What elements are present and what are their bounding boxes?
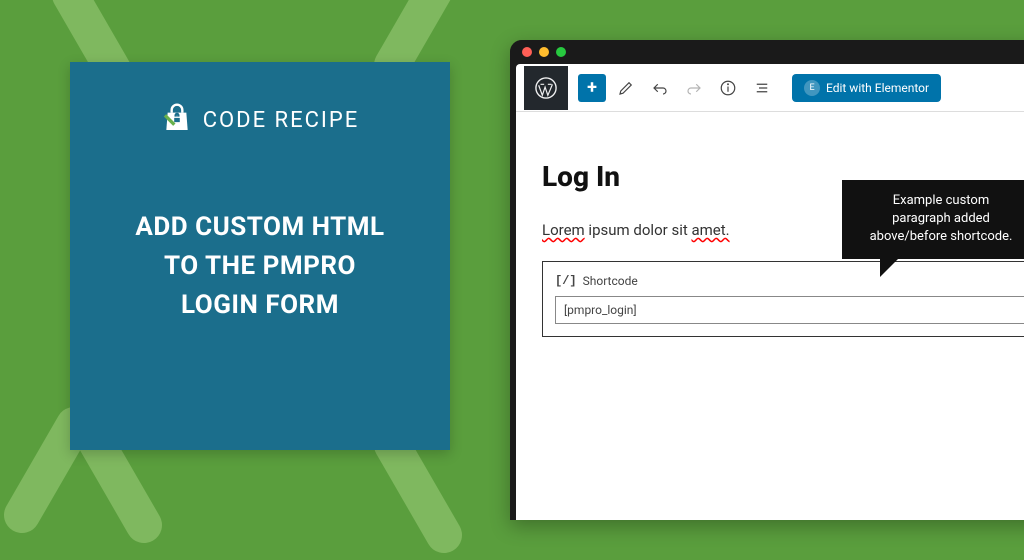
add-block-button[interactable]: + (578, 74, 606, 102)
maximize-dot-icon[interactable] (556, 47, 566, 57)
redo-button[interactable] (680, 74, 708, 102)
edit-with-elementor-button[interactable]: E Edit with Elementor (792, 74, 941, 102)
elementor-button-label: Edit with Elementor (826, 81, 929, 95)
headline-line: LOGIN FORM (100, 286, 420, 325)
info-button[interactable] (714, 74, 742, 102)
headline-line: TO THE PMPRO (100, 247, 420, 286)
wp-toolbar: + E Edit with Elementor (516, 64, 1024, 112)
brand-label: CODE RECIPE (203, 108, 360, 133)
plus-icon: + (587, 77, 597, 98)
paragraph-word: amet. (691, 221, 729, 239)
headline-line: ADD CUSTOM HTML (100, 208, 420, 247)
edit-mode-button[interactable] (612, 74, 640, 102)
titlebar (510, 40, 1024, 64)
shortcode-block[interactable]: [/] Shortcode (542, 261, 1024, 337)
viewport: + E Edit with Elementor Log In (516, 64, 1024, 520)
elementor-badge-icon: E (804, 80, 820, 96)
minimize-dot-icon[interactable] (539, 47, 549, 57)
paragraph-word: ipsum (588, 221, 629, 239)
browser-window: + E Edit with Elementor Log In (510, 40, 1024, 520)
outline-button[interactable] (748, 74, 776, 102)
tooltip-line: paragraph added (854, 210, 1024, 228)
headline: ADD CUSTOM HTML TO THE PMPRO LOGIN FORM (100, 208, 420, 325)
undo-button[interactable] (646, 74, 674, 102)
shortcode-icon: [/] (555, 274, 577, 288)
tooltip-line: Example custom (854, 192, 1024, 210)
block-label-text: Shortcode (583, 274, 638, 288)
promo-card: CODE RECIPE ADD CUSTOM HTML TO THE PMPRO… (70, 62, 450, 450)
paragraph-word: dolor (633, 221, 667, 239)
wordpress-logo-icon[interactable] (524, 66, 568, 110)
block-header: [/] Shortcode (555, 274, 1024, 288)
paragraph-word: Lorem (542, 221, 585, 239)
bag-lock-icon (161, 102, 193, 138)
shortcode-input[interactable] (555, 296, 1024, 324)
tooltip-line: above/before shortcode. (854, 228, 1024, 246)
editor-content: Log In Lorem ipsum dolor sit amet. [/] S… (516, 112, 1024, 359)
paragraph-word: sit (671, 221, 687, 239)
annotation-tooltip: Example custom paragraph added above/bef… (842, 180, 1024, 259)
brand-row: CODE RECIPE (100, 102, 420, 138)
close-dot-icon[interactable] (522, 47, 532, 57)
